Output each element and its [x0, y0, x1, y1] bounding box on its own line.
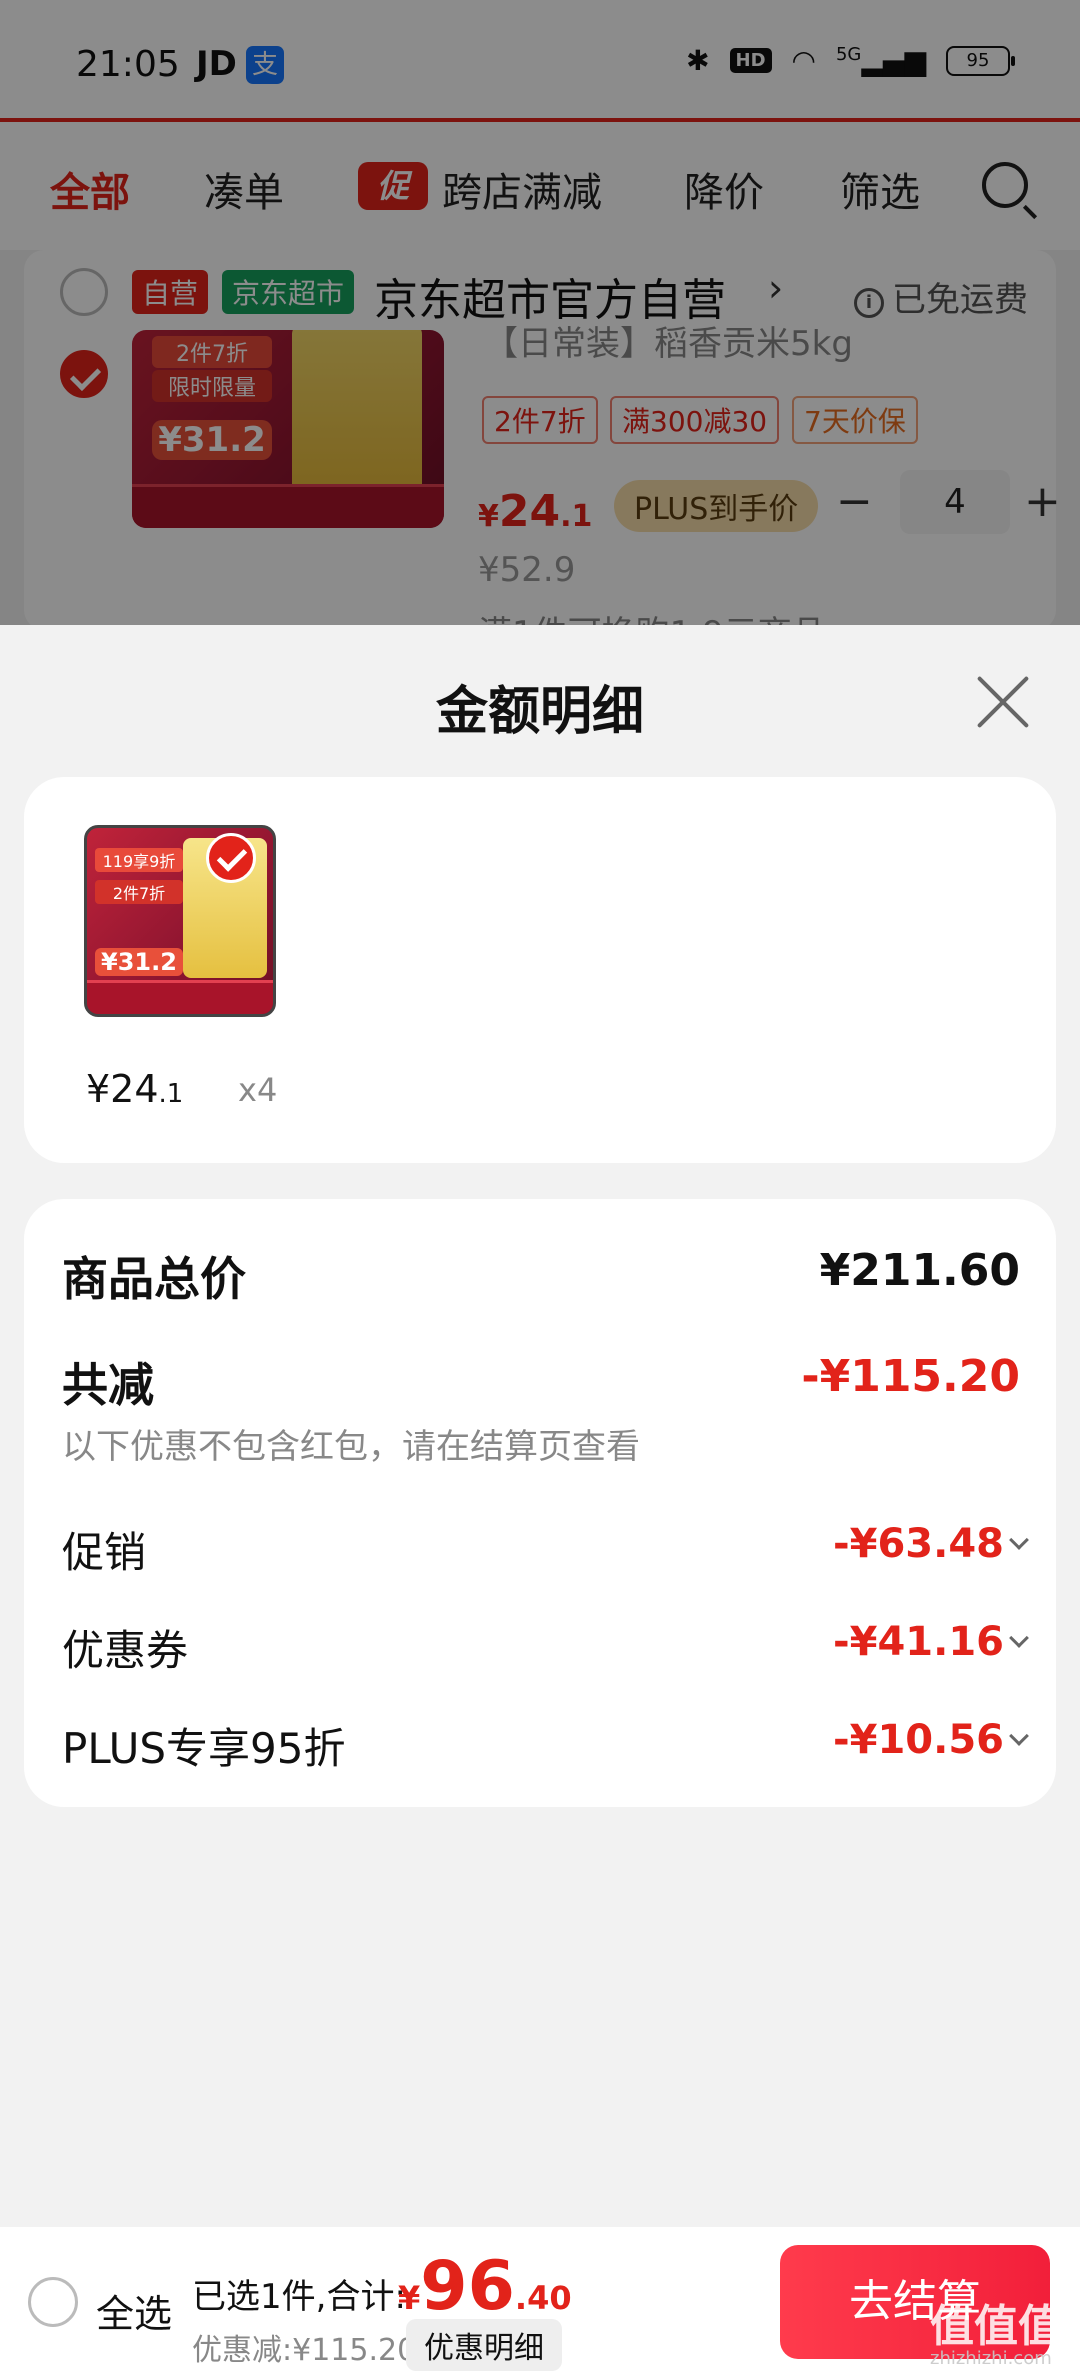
chevron-down-icon[interactable] — [1009, 1726, 1029, 1746]
watermark-logo: 值值值 — [930, 2301, 1062, 2352]
total-price-value: ¥211.60 — [819, 1245, 1020, 1296]
checkout-bar: 全选 已选1件,合计: ¥96.40 优惠减:¥115.20 优惠明细 去结算 — [0, 2227, 1080, 2376]
selected-items-card: 119享9折 2件7折 ¥31.2 ¥24.1 x4 — [24, 777, 1056, 1163]
image-deal-text: 2件7折 — [95, 880, 183, 904]
sheet-title: 金额明细 — [435, 682, 644, 742]
stage-graphic — [87, 980, 273, 1014]
discount-note: 以下优惠不包含红包，请在结算页查看 — [62, 1427, 640, 1467]
select-all-radio[interactable] — [28, 2277, 78, 2327]
discount-total-label: 共减 — [62, 1358, 154, 1412]
discount-total-value: -¥115.20 — [801, 1351, 1020, 1402]
discount-detail-button[interactable]: 优惠明细 — [406, 2319, 562, 2371]
select-all-label[interactable]: 全选 — [96, 2283, 172, 2338]
item-price: ¥24.1 — [86, 1067, 184, 1111]
amount-detail-sheet: 金额明细 119享9折 2件7折 ¥31.2 ¥24.1 x4 商品总价 ¥21… — [0, 625, 1080, 2227]
check-icon — [206, 833, 256, 883]
total-price: ¥96.40 — [398, 2247, 572, 2326]
image-promo-text: 119享9折 — [95, 848, 183, 872]
cart-background: 21:05 JD 支 ✱ HD ◠ 5G▂▄▆ 95 全部 凑单 促 跨店满减 … — [0, 0, 1080, 625]
discount-row-label: PLUS专享95折 — [62, 1724, 346, 1773]
modal-overlay[interactable] — [0, 0, 1080, 625]
discount-row-value: -¥41.16 — [833, 1619, 1004, 1665]
saved-amount: 优惠减:¥115.20 — [192, 2333, 417, 2368]
chevron-down-icon[interactable] — [1009, 1628, 1029, 1648]
watermark-url: zhizhizhi.com — [930, 2348, 1052, 2369]
total-price-label: 商品总价 — [62, 1252, 246, 1306]
close-icon[interactable] — [974, 673, 1032, 731]
discount-row-label: 优惠券 — [62, 1626, 189, 1675]
discount-row-value: -¥63.48 — [833, 1521, 1004, 1567]
discount-row-value: -¥10.56 — [833, 1717, 1004, 1763]
image-price-badge: ¥31.2 — [95, 948, 183, 976]
price-breakdown-card: 商品总价 ¥211.60 共减 -¥115.20 以下优惠不包含红包，请在结算页… — [24, 1199, 1056, 1807]
discount-row-label: 促销 — [62, 1528, 147, 1577]
item-quantity: x4 — [238, 1071, 278, 1109]
chevron-down-icon[interactable] — [1009, 1530, 1029, 1550]
selected-summary: 已选1件,合计: — [192, 2277, 406, 2317]
